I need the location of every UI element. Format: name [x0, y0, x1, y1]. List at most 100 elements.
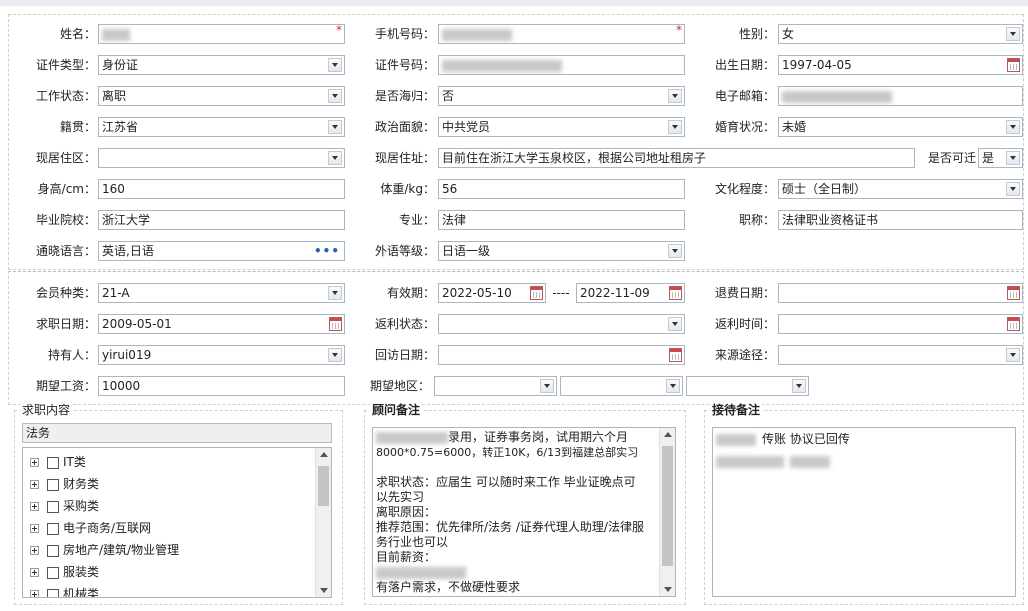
chevron-down-icon[interactable] — [792, 379, 806, 393]
chevron-down-icon[interactable] — [328, 151, 342, 165]
gender-value: 女 — [782, 27, 795, 41]
work-status-select[interactable]: 离职 — [98, 86, 345, 106]
scroll-down-icon[interactable] — [664, 587, 672, 592]
region-province-select[interactable] — [434, 376, 557, 396]
chevron-down-icon[interactable] — [668, 89, 682, 103]
source-select[interactable] — [778, 345, 1023, 365]
advisor-notes-scrollbar[interactable] — [659, 428, 675, 596]
chevron-down-icon[interactable] — [540, 379, 554, 393]
chevron-down-icon[interactable] — [1006, 120, 1020, 134]
major-input[interactable]: 法律 — [438, 210, 685, 230]
scroll-down-icon[interactable] — [320, 588, 328, 593]
region-city-select[interactable] — [560, 376, 683, 396]
chevron-down-icon[interactable] — [668, 120, 682, 134]
rebate-status-select[interactable] — [438, 314, 685, 334]
advisor-note-line: 有落户需求，不做硬性要求 — [376, 580, 521, 594]
more-options-icon[interactable]: ••• — [314, 242, 340, 260]
advisor-note-line: 推荐范围：优先律所/法务 /证券代理人助理/法律服 — [376, 520, 644, 534]
email-input[interactable] — [778, 86, 1023, 106]
region-district-select[interactable] — [686, 376, 809, 396]
school-input[interactable]: 浙江大学 — [98, 210, 345, 230]
chevron-down-icon[interactable] — [668, 244, 682, 258]
validity-start-input[interactable]: 2022-05-10 — [438, 283, 546, 303]
height-input[interactable]: 160 — [98, 179, 345, 199]
advisor-note-line — [376, 565, 657, 580]
chevron-down-icon[interactable] — [668, 317, 682, 331]
checkbox[interactable] — [47, 522, 59, 535]
checkbox[interactable] — [47, 500, 59, 513]
checkbox[interactable] — [47, 478, 59, 491]
expand-icon[interactable] — [30, 502, 39, 511]
chevron-down-icon[interactable] — [666, 379, 680, 393]
checkbox[interactable] — [47, 544, 59, 557]
validity-end-input[interactable]: 2022-11-09 — [576, 283, 685, 303]
calendar-icon[interactable] — [1007, 286, 1020, 300]
revisit-date-input[interactable] — [438, 345, 685, 365]
expand-icon[interactable] — [30, 568, 39, 577]
calendar-icon[interactable] — [669, 286, 682, 300]
chevron-down-icon[interactable] — [328, 120, 342, 134]
weight-input[interactable]: 56 — [438, 179, 685, 199]
chevron-down-icon[interactable] — [328, 58, 342, 72]
gender-select[interactable]: 女 — [778, 24, 1023, 44]
origin-select[interactable]: 江苏省 — [98, 117, 345, 137]
birth-date-input[interactable]: 1997-04-05 — [778, 55, 1023, 75]
job-date-input[interactable]: 2009-05-01 — [98, 314, 345, 334]
checkbox[interactable] — [47, 588, 59, 597]
chevron-down-icon[interactable] — [328, 348, 342, 362]
overseas-select[interactable]: 否 — [438, 86, 685, 106]
id-number-input[interactable] — [438, 55, 685, 75]
tree-item-machinery[interactable]: 机械类 — [30, 584, 99, 597]
tree-item-purchasing[interactable]: 采购类 — [30, 496, 99, 516]
residence-area-select[interactable] — [98, 148, 345, 168]
politics-select[interactable]: 中共党员 — [438, 117, 685, 137]
checkbox[interactable] — [47, 566, 59, 579]
calendar-icon[interactable] — [329, 317, 342, 331]
address-input[interactable]: 目前住在浙江大学玉泉校区，根据公司地址租房子 — [438, 148, 915, 168]
tree-item-realestate[interactable]: 房地产/建筑/物业管理 — [30, 540, 179, 560]
relocate-select[interactable]: 是 — [978, 148, 1023, 168]
marital-select[interactable]: 未婚 — [778, 117, 1023, 137]
calendar-icon[interactable] — [669, 348, 682, 362]
expand-icon[interactable] — [30, 590, 39, 597]
tree-item-apparel[interactable]: 服装类 — [30, 562, 99, 582]
chevron-down-icon[interactable] — [1006, 27, 1020, 41]
tree-scrollbar[interactable] — [315, 448, 331, 597]
expand-icon[interactable] — [30, 546, 39, 555]
calendar-icon[interactable] — [530, 286, 543, 300]
chevron-down-icon[interactable] — [328, 286, 342, 300]
id-type-select[interactable]: 身份证 — [98, 55, 345, 75]
expand-icon[interactable] — [30, 480, 39, 489]
phone-input[interactable] — [438, 24, 685, 44]
job-date-value: 2009-05-01 — [102, 317, 172, 331]
tree-item-finance[interactable]: 财务类 — [30, 474, 99, 494]
chevron-down-icon[interactable] — [1006, 151, 1020, 165]
language-input[interactable]: 英语,日语 ••• — [98, 241, 345, 261]
checkbox[interactable] — [47, 456, 59, 469]
name-input[interactable] — [98, 24, 345, 44]
expand-icon[interactable] — [30, 458, 39, 467]
refund-date-input[interactable] — [778, 283, 1023, 303]
chevron-down-icon[interactable] — [328, 89, 342, 103]
member-type-select[interactable]: 21-A — [98, 283, 345, 303]
reception-notes-textarea[interactable]: 传账 协议已回传 — [712, 427, 1016, 597]
chevron-down-icon[interactable] — [1006, 182, 1020, 196]
scroll-thumb[interactable] — [662, 446, 673, 566]
calendar-icon[interactable] — [1007, 58, 1020, 72]
foreign-level-select[interactable]: 日语一级 — [438, 241, 685, 261]
job-title-input[interactable]: 法律职业资格证书 — [778, 210, 1023, 230]
scroll-up-icon[interactable] — [320, 452, 328, 457]
tree-item-it[interactable]: IT类 — [30, 452, 86, 472]
tree-item-ecommerce[interactable]: 电子商务/互联网 — [30, 518, 151, 538]
scroll-thumb[interactable] — [318, 466, 329, 506]
salary-input[interactable]: 10000 — [98, 376, 345, 396]
advisor-notes-textarea[interactable]: 录用，证券事务岗，试用期六个月 8000*0.75=6000，转正10K，6/1… — [372, 427, 676, 597]
calendar-icon[interactable] — [1007, 317, 1020, 331]
holder-select[interactable]: yirui019 — [98, 345, 345, 365]
scroll-up-icon[interactable] — [664, 432, 672, 437]
validity-label: 有效期： — [386, 286, 435, 300]
expand-icon[interactable] — [30, 524, 39, 533]
chevron-down-icon[interactable] — [1006, 348, 1020, 362]
education-select[interactable]: 硕士（全日制） — [778, 179, 1023, 199]
rebate-time-input[interactable] — [778, 314, 1023, 334]
